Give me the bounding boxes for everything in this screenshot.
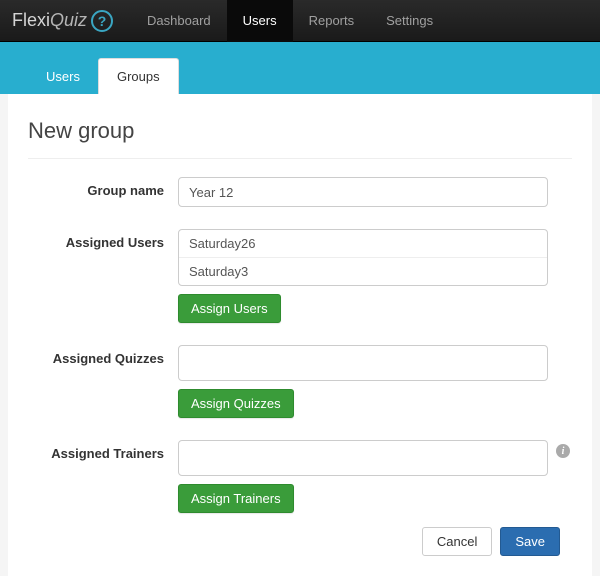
tab-users[interactable]: Users <box>28 59 98 94</box>
page-title: New group <box>28 118 572 144</box>
logo-text-2: Quiz <box>50 10 87 31</box>
save-button[interactable]: Save <box>500 527 560 556</box>
label-assigned-quizzes: Assigned Quizzes <box>28 345 178 366</box>
assign-users-button[interactable]: Assign Users <box>178 294 281 323</box>
divider <box>28 158 572 159</box>
label-group-name: Group name <box>28 177 178 198</box>
assign-quizzes-button[interactable]: Assign Quizzes <box>178 389 294 418</box>
label-assigned-trainers: Assigned Trainers <box>28 440 178 461</box>
listbox-assigned-trainers[interactable] <box>178 440 548 476</box>
nav-dashboard[interactable]: Dashboard <box>131 0 227 42</box>
top-navbar: FlexiQuiz Dashboard Users Reports Settin… <box>0 0 600 42</box>
row-assigned-trainers: Assigned Trainers i Assign Trainers <box>28 440 572 513</box>
question-circle-icon <box>91 10 113 32</box>
list-item[interactable]: Saturday3 <box>179 258 547 285</box>
row-assigned-users: Assigned Users Saturday26 Saturday3 Assi… <box>28 229 572 323</box>
cancel-button[interactable]: Cancel <box>422 527 492 556</box>
info-icon[interactable]: i <box>556 444 570 458</box>
listbox-assigned-users[interactable]: Saturday26 Saturday3 <box>178 229 548 286</box>
label-assigned-users: Assigned Users <box>28 229 178 250</box>
content-panel: New group Group name Assigned Users Satu… <box>8 94 592 576</box>
logo[interactable]: FlexiQuiz <box>12 10 113 32</box>
input-group-name[interactable] <box>178 177 548 207</box>
logo-text-1: Flexi <box>12 10 50 31</box>
nav-users[interactable]: Users <box>227 0 293 42</box>
listbox-assigned-quizzes[interactable] <box>178 345 548 381</box>
row-group-name: Group name <box>28 177 572 207</box>
tab-groups[interactable]: Groups <box>98 58 179 94</box>
sub-navbar: Users Groups <box>0 42 600 94</box>
nav-settings[interactable]: Settings <box>370 0 449 42</box>
list-item[interactable]: Saturday26 <box>179 230 547 258</box>
nav-reports[interactable]: Reports <box>293 0 371 42</box>
row-assigned-quizzes: Assigned Quizzes Assign Quizzes <box>28 345 572 418</box>
footer-buttons: Cancel Save <box>422 527 560 556</box>
assign-trainers-button[interactable]: Assign Trainers <box>178 484 294 513</box>
